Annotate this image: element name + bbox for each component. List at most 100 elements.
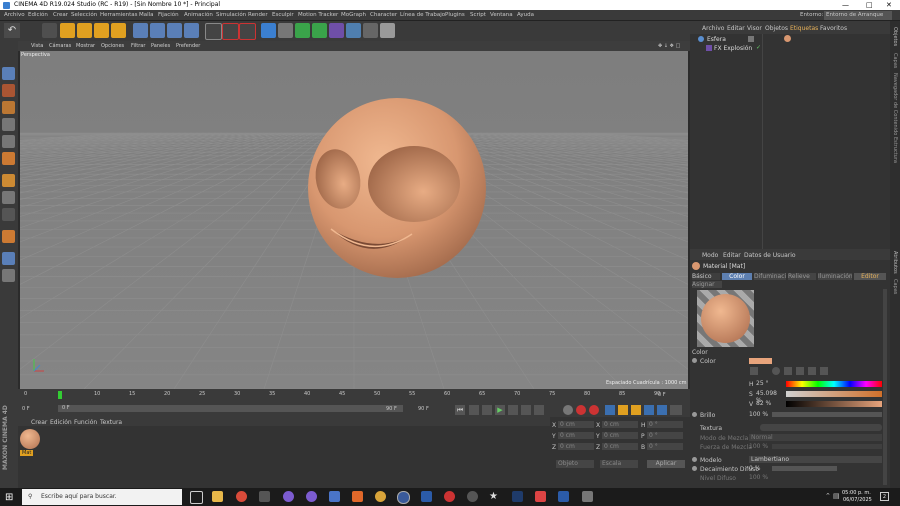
tweak-mode-icon[interactable] — [2, 191, 15, 204]
menu-edicion[interactable]: Edición — [28, 10, 48, 21]
polygons-mode-icon[interactable] — [2, 152, 15, 165]
prev-frame-button[interactable] — [482, 405, 492, 415]
size-z-field[interactable]: 0 cm — [602, 443, 638, 450]
vp-menu-filtrar[interactable]: Filtrar — [131, 41, 145, 51]
menu-character[interactable]: Character — [370, 10, 397, 21]
app-icon[interactable] — [375, 491, 386, 502]
chrome-icon[interactable] — [236, 491, 247, 502]
size-y-field[interactable]: 0 cm — [602, 432, 638, 439]
side-tab-atributos[interactable]: Atributos — [892, 251, 898, 274]
obj-menu-etiquetas[interactable]: Etiquetas — [790, 25, 818, 32]
app-icon[interactable] — [283, 491, 294, 502]
menu-crear[interactable]: Crear — [53, 10, 68, 21]
menu-simulacion[interactable]: Simulación — [216, 10, 246, 21]
rotate-tool-icon[interactable] — [94, 23, 109, 38]
menu-seleccion[interactable]: Selección — [71, 10, 97, 21]
side-tab-capas-lower[interactable]: Capas — [892, 279, 898, 294]
system-tray-icon[interactable]: ⌃ — [825, 492, 831, 500]
next-key-button[interactable] — [521, 405, 531, 415]
workplane-icon[interactable] — [2, 230, 15, 243]
task-view-icon[interactable] — [190, 491, 203, 504]
y-axis-icon[interactable] — [150, 23, 165, 38]
object-row-esfera[interactable]: Esfera — [692, 35, 888, 44]
viewport[interactable]: Perspectiva Espaciado Cuadrícula : 1000 … — [20, 51, 688, 389]
coord-system-icon[interactable] — [184, 23, 199, 38]
app-icon[interactable] — [535, 491, 546, 502]
key-param-button[interactable] — [644, 405, 654, 415]
menu-motion-tracker[interactable]: Motion Tracker — [298, 10, 338, 21]
file-explorer-icon[interactable] — [212, 491, 223, 502]
render-picture-viewer-icon[interactable] — [222, 23, 239, 40]
material-tag-icon[interactable] — [784, 35, 791, 42]
menu-esculpir[interactable]: Esculpir — [272, 10, 294, 21]
size-mode-select[interactable]: Escala — [600, 460, 638, 468]
model-mode-icon[interactable] — [2, 84, 15, 97]
menu-fijacion[interactable]: Fijación — [158, 10, 179, 21]
attr-menu-editar[interactable]: Editar — [723, 252, 741, 259]
textura-field[interactable] — [760, 424, 882, 431]
edges-mode-icon[interactable] — [2, 135, 15, 148]
deformer-icon[interactable] — [329, 23, 344, 38]
clock-time[interactable]: 05:00 p. m. — [842, 490, 871, 496]
material-preview[interactable] — [697, 290, 754, 347]
undo-icon[interactable]: ↶ — [4, 23, 20, 38]
app-icon[interactable] — [259, 491, 270, 502]
visibility-icon[interactable] — [748, 36, 754, 42]
color-picker-modes[interactable] — [750, 367, 840, 376]
vp-menu-vista[interactable]: Vista — [31, 41, 43, 51]
key-pla-button[interactable] — [657, 405, 667, 415]
autokey-button[interactable] — [576, 405, 586, 415]
material-thumbnail[interactable] — [20, 429, 40, 449]
rot-h-field[interactable]: 0 ° — [647, 421, 683, 428]
timeline-menu-button[interactable] — [670, 405, 682, 415]
obj-menu-editar[interactable]: Editar — [727, 25, 745, 32]
app-icon[interactable] — [444, 491, 455, 502]
start-icon[interactable]: ⊞ — [5, 492, 13, 503]
diffuse-level-field[interactable]: 100 % — [749, 474, 769, 481]
attr-menu-datos[interactable]: Datos de Usuario — [744, 252, 796, 259]
blend-strength-field[interactable]: 100 % — [749, 443, 769, 450]
tab-relieve[interactable]: Relieve — [788, 273, 816, 280]
render-settings-icon[interactable] — [239, 23, 256, 40]
app-icon[interactable] — [306, 491, 317, 502]
obj-menu-archivo[interactable]: Archivo — [702, 25, 724, 32]
next-frame-button[interactable] — [508, 405, 518, 415]
vp-menu-opciones[interactable]: Opciones — [101, 41, 124, 51]
key-scale-button[interactable] — [618, 405, 628, 415]
side-tab-objetos[interactable]: Objetos — [892, 27, 898, 46]
obj-menu-objetos[interactable]: Objetos — [765, 25, 788, 32]
app-icon[interactable] — [582, 491, 593, 502]
start-frame-field[interactable]: 0 F — [58, 405, 403, 412]
snap-icon[interactable] — [2, 208, 15, 221]
light-icon[interactable] — [380, 23, 395, 38]
s-slider[interactable] — [786, 391, 882, 397]
texture-mode-icon[interactable] — [2, 101, 15, 114]
brillo-field[interactable]: 100 % — [749, 411, 769, 418]
app-icon[interactable] — [421, 491, 432, 502]
record-key-button[interactable] — [563, 405, 573, 415]
obj-menu-favoritos[interactable]: Favoritos — [820, 25, 847, 32]
key-rotation-button[interactable] — [631, 405, 641, 415]
mat-menu-textura[interactable]: Textura — [100, 419, 122, 426]
timeline-ruler[interactable]: 051015202530354045505560657075808590 — [20, 390, 670, 399]
lock-icon[interactable] — [2, 252, 15, 265]
clock-date[interactable]: 06/07/2025 — [843, 497, 872, 503]
diffuse-falloff-field[interactable]: 0 % — [749, 465, 769, 472]
recent-tool-icon[interactable] — [111, 23, 126, 38]
prev-key-button[interactable] — [469, 405, 479, 415]
maximize-button[interactable]: □ — [866, 0, 873, 10]
menu-render[interactable]: Render — [248, 10, 268, 21]
close-button[interactable]: ✕ — [886, 0, 892, 10]
play-button[interactable]: ▶ — [495, 405, 505, 415]
mat-menu-funcion[interactable]: Función — [74, 419, 97, 426]
enabled-check-icon[interactable]: ✓ — [756, 44, 761, 51]
current-frame-field[interactable]: 0 F — [22, 406, 30, 412]
v-slider[interactable] — [786, 401, 882, 407]
menu-ventana[interactable]: Ventana — [490, 10, 513, 21]
layout-select[interactable]: Entorno de Arranque — [824, 11, 892, 20]
key-position-button[interactable] — [605, 405, 615, 415]
menu-archivo[interactable]: Archivo — [4, 10, 25, 21]
obj-menu-visor[interactable]: Visor — [747, 25, 762, 32]
subdivision-icon[interactable] — [295, 23, 310, 38]
vp-menu-prefender[interactable]: Prefender — [176, 41, 200, 51]
